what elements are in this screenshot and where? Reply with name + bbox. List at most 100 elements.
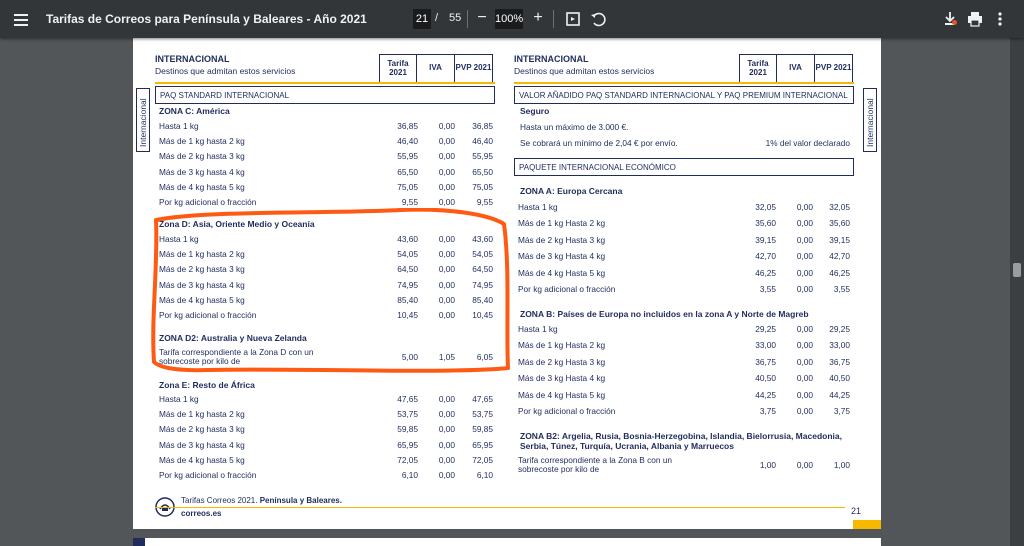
cell-tarifa: 32,05 (755, 202, 776, 212)
header-rule (514, 82, 854, 84)
cell-tarifa: 1,00 (759, 460, 776, 470)
table-row: Más de 2 kg Hasta 3 kg 36,75 0,00 36,75 (518, 355, 856, 370)
rotate-icon[interactable] (588, 9, 608, 29)
table-row: Tarifa correspondiente a la Zona D con u… (159, 346, 497, 368)
scrollbar[interactable] (1010, 38, 1024, 546)
table-row: Más de 4 kg Hasta 5 kg 44,25 0,00 44,25 (518, 388, 856, 403)
cell-pvp: 40,50 (829, 373, 850, 384)
col-pvp: PVP 2021 (455, 54, 493, 82)
table-row: Por kg adicional o fracción 3,55 0,00 3,55 (518, 282, 856, 297)
table-row: Por kg adicional o fracción 9,55 0,00 9,55 (159, 195, 497, 210)
col-iva: IVA (777, 54, 815, 82)
cell-iva: 0,00 (796, 356, 813, 367)
cell-iva: 0,00 (796, 340, 813, 351)
row-label: Hasta 1 kg (518, 202, 558, 212)
zoom-in-button[interactable]: + (528, 9, 548, 29)
cell-iva: 0,00 (438, 166, 455, 177)
zoom-out-button[interactable]: − (472, 9, 492, 29)
cell-tarifa: 64,50 (397, 264, 418, 275)
page-number-input[interactable]: 21 (413, 9, 431, 29)
cell-tarifa: 85,40 (397, 294, 418, 305)
row-label: Más de 2 kg hasta 3 kg (159, 151, 245, 162)
cell-tarifa: 29,25 (755, 324, 776, 334)
row-label: Más de 3 kg hasta 4 kg (159, 279, 245, 290)
row-label: Por kg adicional o fracción (159, 470, 257, 480)
scrollbar-thumb[interactable] (1013, 263, 1021, 277)
cell-iva: 0,00 (438, 151, 455, 162)
next-page-preview (133, 538, 881, 546)
cell-pvp: 72,05 (472, 454, 493, 465)
left-column-headers: Tarifa 2021 IVA PVP 2021 (379, 54, 493, 82)
cell-tarifa: 72,05 (397, 454, 418, 465)
table-row: Hasta 1 kg 47,65 0,00 47,65 (159, 392, 497, 407)
section-paquete-economico: PAQUETE INTERNACIONAL ECONÓMICO (514, 158, 854, 176)
table-row: Tarifa correspondiente a la Zona B con u… (518, 454, 856, 476)
cell-tarifa: 46,25 (755, 267, 776, 278)
total-pages: 55 (449, 12, 462, 24)
row-label: Hasta 1 kg (159, 394, 199, 404)
cell-pvp: 43,60 (472, 234, 493, 244)
row-label: Por kg adicional o fracción (159, 197, 257, 207)
cell-iva: 0,00 (796, 389, 813, 400)
cell-iva: 0,00 (796, 267, 813, 278)
row-label: Hasta 1 kg (159, 121, 199, 131)
page-number: 21 (851, 506, 862, 516)
section-paq-standard: PAQ STANDARD INTERNACIONAL (155, 86, 495, 104)
row-label: Por kg adicional o fracción (518, 406, 616, 416)
left-column: INTERNACIONAL Destinos que admitan estos… (155, 54, 500, 494)
cell-pvp: 53,75 (472, 409, 493, 420)
cell-pvp: 29,25 (829, 324, 850, 334)
cell-tarifa: 36,85 (397, 121, 418, 131)
cell-iva: 0,00 (796, 284, 813, 294)
row-label: Más de 4 kg hasta 5 kg (159, 181, 245, 192)
row-label: Por kg adicional o fracción (159, 310, 257, 320)
table-row: Más de 2 kg hasta 3 kg 55,95 0,00 55,95 (159, 149, 497, 164)
table-row: Más de 1 kg hasta 2 kg 46,40 0,00 46,40 (159, 134, 497, 149)
cell-pvp: 65,50 (472, 166, 493, 177)
row-label: Más de 1 kg hasta 2 kg (159, 409, 245, 420)
more-options-icon[interactable] (990, 9, 1010, 29)
cell-pvp: 6,10 (476, 470, 493, 480)
print-icon[interactable] (965, 9, 985, 29)
cell-iva: 0,00 (438, 424, 455, 435)
next-page-stripe (133, 538, 145, 546)
cell-iva: 0,00 (438, 234, 455, 244)
table-row: Hasta 1 kg 29,25 0,00 29,25 (518, 322, 856, 337)
cell-pvp: 85,40 (472, 294, 493, 305)
cell-tarifa: 65,95 (397, 439, 418, 450)
table-row: Por kg adicional o fracción 3,75 0,00 3,75 (518, 404, 856, 419)
zoom-level-input[interactable]: 100% (495, 9, 523, 29)
toolbar-divider (553, 10, 554, 28)
page-separator: / (435, 12, 439, 24)
menu-icon[interactable] (12, 11, 32, 27)
cell-pvp: 36,75 (829, 356, 850, 367)
seguro-title: Seguro (520, 106, 550, 116)
table-row: Más de 1 kg Hasta 2 kg 33,00 0,00 33,00 (518, 338, 856, 353)
fit-page-icon[interactable] (563, 9, 583, 29)
cell-tarifa: 59,85 (397, 424, 418, 435)
row-label: Hasta 1 kg (518, 324, 558, 334)
cell-pvp: 59,85 (472, 424, 493, 435)
table-row: Más de 1 kg hasta 2 kg 53,75 0,00 53,75 (159, 407, 497, 422)
side-tab-right: Internacional (863, 88, 877, 152)
cell-tarifa: 53,75 (397, 409, 418, 420)
cell-pvp: 75,05 (472, 181, 493, 192)
row-label: Más de 3 kg hasta 4 kg (159, 439, 245, 450)
cell-iva: 0,00 (438, 454, 455, 465)
cell-pvp: 74,95 (472, 279, 493, 290)
download-icon[interactable] (940, 9, 960, 29)
zone-c-title: ZONA C: América (159, 106, 230, 116)
cell-tarifa: 47,65 (397, 394, 418, 404)
row-label: Más de 3 kg Hasta 4 kg (518, 373, 606, 384)
cell-iva: 0,00 (438, 409, 455, 420)
table-row: Más de 1 kg hasta 2 kg 54,05 0,00 54,05 (159, 247, 497, 262)
cell-iva: 0,00 (438, 310, 455, 320)
cell-pvp: 44,25 (829, 389, 850, 400)
table-row: Más de 3 kg hasta 4 kg 65,50 0,00 65,50 (159, 165, 497, 180)
cell-pvp: 65,95 (472, 439, 493, 450)
table-row: Más de 4 kg hasta 5 kg 75,05 0,00 75,05 (159, 180, 497, 195)
side-tab-left: Internacional (136, 88, 150, 152)
row-label: Más de 1 kg Hasta 2 kg (518, 340, 606, 351)
row-label: Por kg adicional o fracción (518, 284, 616, 294)
cell-pvp: 35,60 (829, 218, 850, 229)
